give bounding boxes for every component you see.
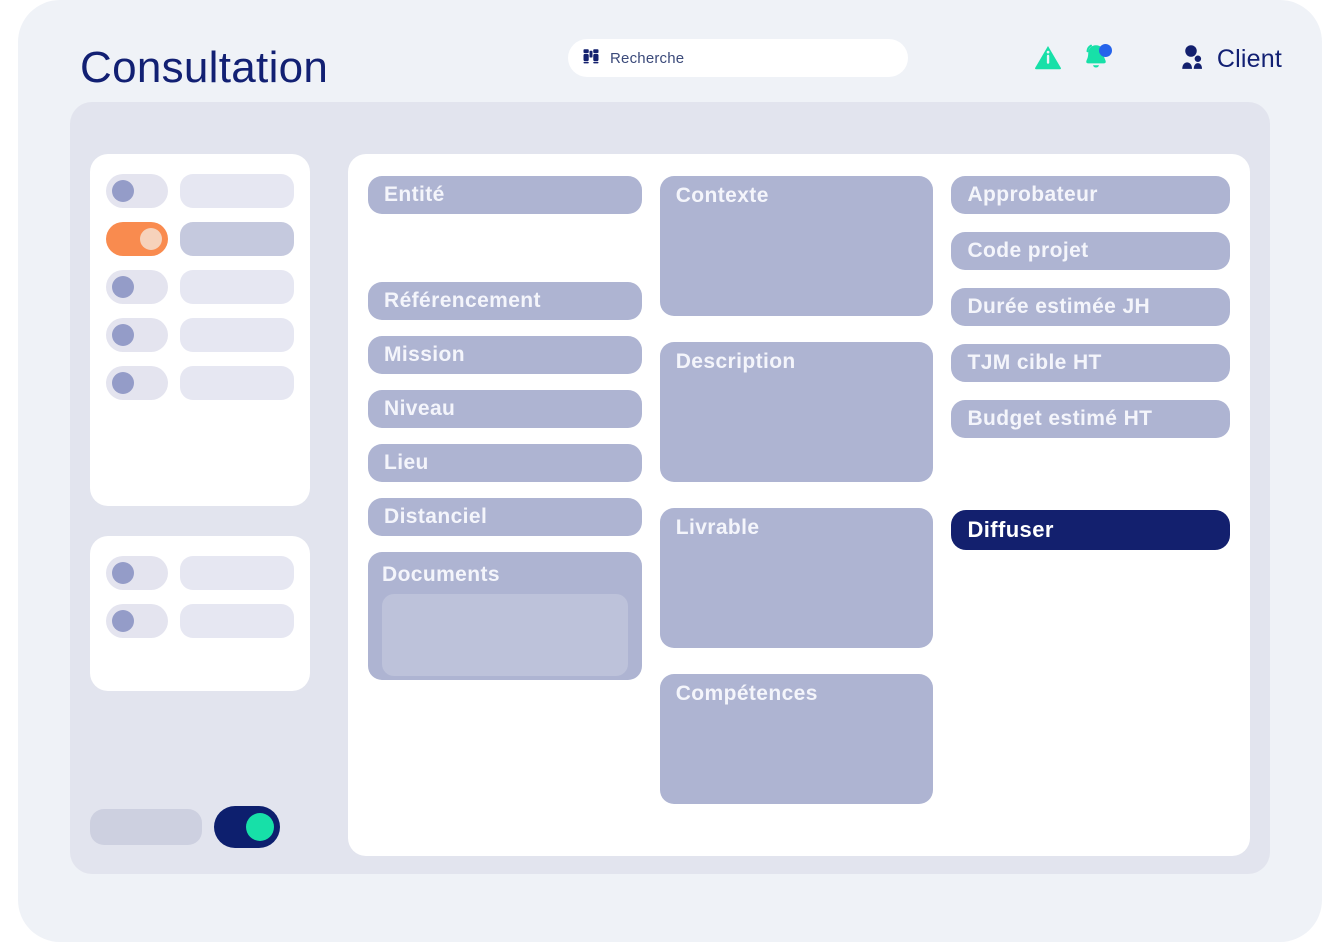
app-window-frame: Consultation Recherche Client Entité Réf…	[18, 0, 1322, 942]
search-placeholder: Recherche	[610, 49, 685, 67]
users-avatar-icon	[1177, 42, 1207, 77]
field-code-projet[interactable]: Code projet	[951, 232, 1230, 270]
field-documents[interactable]: Documents	[368, 552, 642, 680]
toggle-knob	[112, 276, 134, 298]
field-mission[interactable]: Mission	[368, 336, 642, 374]
sidebar-primary-toggle-3[interactable]	[106, 270, 168, 304]
sidebar-primary-item-5[interactable]	[106, 366, 294, 400]
sidebar-secondary-label-2	[180, 604, 294, 638]
notification-badge	[1098, 44, 1112, 57]
sidebar-secondary-toggle-1[interactable]	[106, 556, 168, 590]
app-header: Consultation Recherche Client	[18, 0, 1322, 110]
user-name: Client	[1216, 44, 1282, 73]
warning-triangle-icon	[1033, 42, 1063, 77]
alert-button[interactable]	[1031, 42, 1065, 76]
search-input[interactable]: Recherche	[568, 39, 908, 77]
field-budget-estime-ht[interactable]: Budget estimé HT	[951, 400, 1230, 438]
sidebar	[90, 154, 310, 856]
sidebar-primary-label-3	[180, 270, 294, 304]
field-entite[interactable]: Entité	[368, 176, 642, 214]
field-contexte[interactable]: Contexte	[659, 176, 934, 316]
sidebar-primary-toggle-1[interactable]	[106, 174, 168, 208]
user-menu[interactable]: Client	[1177, 42, 1282, 77]
sidebar-primary-toggle-4[interactable]	[106, 318, 168, 352]
field-tjm-cible-ht[interactable]: TJM cible HT	[951, 344, 1230, 382]
toggle-knob	[112, 562, 134, 584]
toggle-knob	[112, 372, 134, 394]
field-niveau[interactable]: Niveau	[368, 390, 642, 428]
sidebar-primary-label-2	[180, 222, 294, 256]
sidebar-secondary-item-1[interactable]	[106, 556, 294, 590]
sidebar-footer-toggle[interactable]	[214, 806, 280, 848]
sidebar-card-primary	[90, 154, 310, 506]
sidebar-footer	[90, 806, 280, 848]
notifications-button[interactable]	[1079, 42, 1113, 76]
field-distanciel[interactable]: Distanciel	[368, 498, 642, 536]
toggle-knob	[246, 813, 274, 841]
diffuser-button[interactable]: Diffuser	[951, 510, 1230, 550]
sidebar-primary-label-4	[180, 318, 294, 352]
toggle-knob	[112, 610, 134, 632]
sidebar-primary-label-5	[180, 366, 294, 400]
sidebar-footer-label	[90, 809, 202, 845]
header-actions: Client	[1031, 39, 1282, 79]
sidebar-secondary-label-1	[180, 556, 294, 590]
field-livrable[interactable]: Livrable	[659, 508, 934, 648]
sidebar-card-secondary	[90, 536, 310, 691]
sidebar-primary-item-1[interactable]	[106, 174, 294, 208]
toggle-knob	[112, 324, 134, 346]
form-column-3: Approbateur Code projet Durée estimée JH TJ…	[951, 176, 1230, 834]
field-duree-estimee-jh[interactable]: Durée estimée JH	[951, 288, 1230, 326]
dropzone-documents[interactable]	[382, 594, 628, 676]
field-description[interactable]: Description	[659, 342, 934, 482]
field-approbateur[interactable]: Approbateur	[951, 176, 1230, 214]
field-competences[interactable]: Compétences	[659, 674, 934, 804]
binoculars-icon	[582, 47, 600, 70]
toggle-knob	[112, 180, 134, 202]
form-column-1: Entité Référencement Mission Niveau Lieu Dist…	[368, 176, 642, 834]
sidebar-primary-item-3[interactable]	[106, 270, 294, 304]
sidebar-secondary-item-2[interactable]	[106, 604, 294, 638]
sidebar-primary-toggle-5[interactable]	[106, 366, 168, 400]
sidebar-secondary-toggle-2[interactable]	[106, 604, 168, 638]
form-panel: Entité Référencement Mission Niveau Lieu Dist…	[348, 154, 1250, 856]
field-label-documents: Documents	[382, 563, 500, 586]
form-column-2: Contexte Description Livrable Compétences	[659, 176, 934, 834]
sidebar-primary-label-1	[180, 174, 294, 208]
sidebar-primary-toggle-2[interactable]	[106, 222, 168, 256]
field-referencement[interactable]: Référencement	[368, 282, 642, 320]
workspace: Entité Référencement Mission Niveau Lieu Dist…	[70, 102, 1270, 874]
sidebar-primary-item-4[interactable]	[106, 318, 294, 352]
sidebar-primary-item-2[interactable]	[106, 222, 294, 256]
toggle-knob	[140, 228, 162, 250]
page-title: Consultation	[80, 43, 329, 92]
field-lieu[interactable]: Lieu	[368, 444, 642, 482]
